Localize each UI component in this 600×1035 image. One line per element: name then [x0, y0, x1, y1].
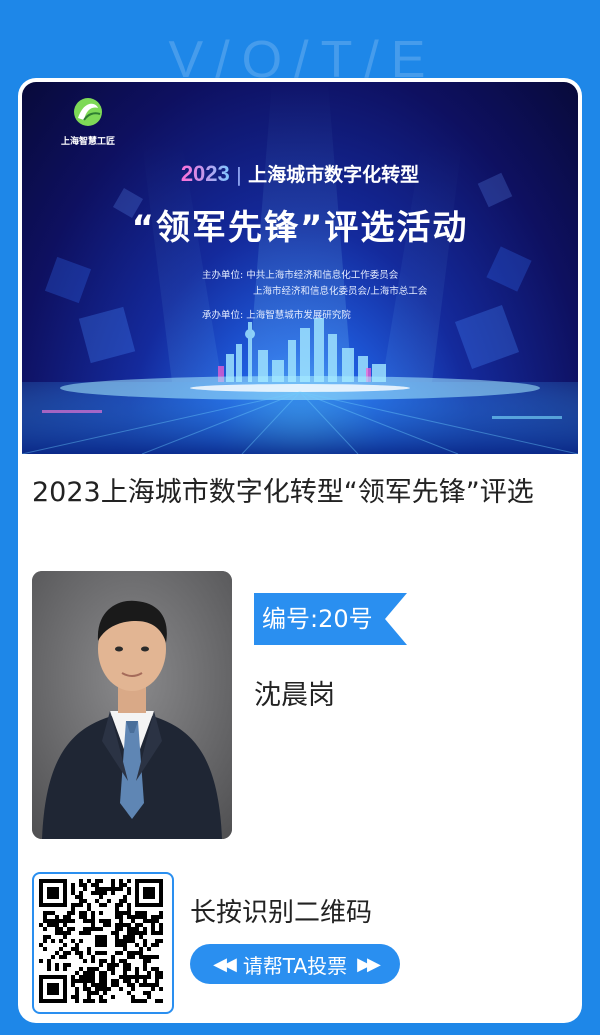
double-left-arrow-icon: ◀◀	[213, 953, 237, 975]
qr-code-icon	[39, 879, 163, 1003]
organizer-line: 主办单位: 中共上海市经济和信息化工作委员会	[202, 270, 399, 281]
banner-year: 2023	[180, 161, 230, 186]
organizer-line: 承办单位: 上海智慧城市发展研究院	[202, 310, 351, 321]
double-right-arrow-icon: ▶▶	[357, 953, 381, 975]
candidate-portrait	[32, 571, 232, 839]
banner-logo: 上海智慧工匠	[48, 96, 128, 147]
candidate-name: 沈晨岗	[254, 680, 335, 711]
qr-code[interactable]	[32, 872, 174, 1014]
candidate-number: 编号:20号	[254, 593, 385, 645]
vote-card: 上海智慧工匠 2023 | 上海城市数字化转型 “领军先锋”评选活动 主办单位: 中…	[18, 78, 582, 1023]
vote-button[interactable]: ◀◀ 请帮TA投票 ▶▶	[190, 944, 400, 984]
logo-icon	[74, 98, 102, 126]
candidate-number-tag: 编号:20号	[254, 593, 407, 645]
event-banner: 上海智慧工匠 2023 | 上海城市数字化转型 “领军先锋”评选活动 主办单位: 中…	[22, 82, 578, 454]
organizer-line: 上海市经济和信息化委员会/上海市总工会	[253, 286, 428, 297]
banner-subtitle-text: 上海城市数字化转型	[248, 164, 420, 186]
banner-subtitle: 2023 | 上海城市数字化转型	[180, 161, 420, 186]
tag-notch	[384, 593, 407, 645]
page-title: 2023上海城市数字化转型“领军先锋”评选	[32, 477, 534, 508]
vote-button-label: 请帮TA投票	[242, 953, 348, 978]
logo-text: 上海智慧工匠	[60, 137, 115, 147]
candidate-photo	[32, 571, 232, 839]
banner-headline: “领军先锋”评选活动	[131, 208, 469, 248]
banner-organizers: 主办单位: 中共上海市经济和信息化工作委员会 上海市经济和信息化委员会/上海市总…	[202, 268, 427, 324]
qr-instruction: 长按识别二维码	[190, 898, 373, 928]
